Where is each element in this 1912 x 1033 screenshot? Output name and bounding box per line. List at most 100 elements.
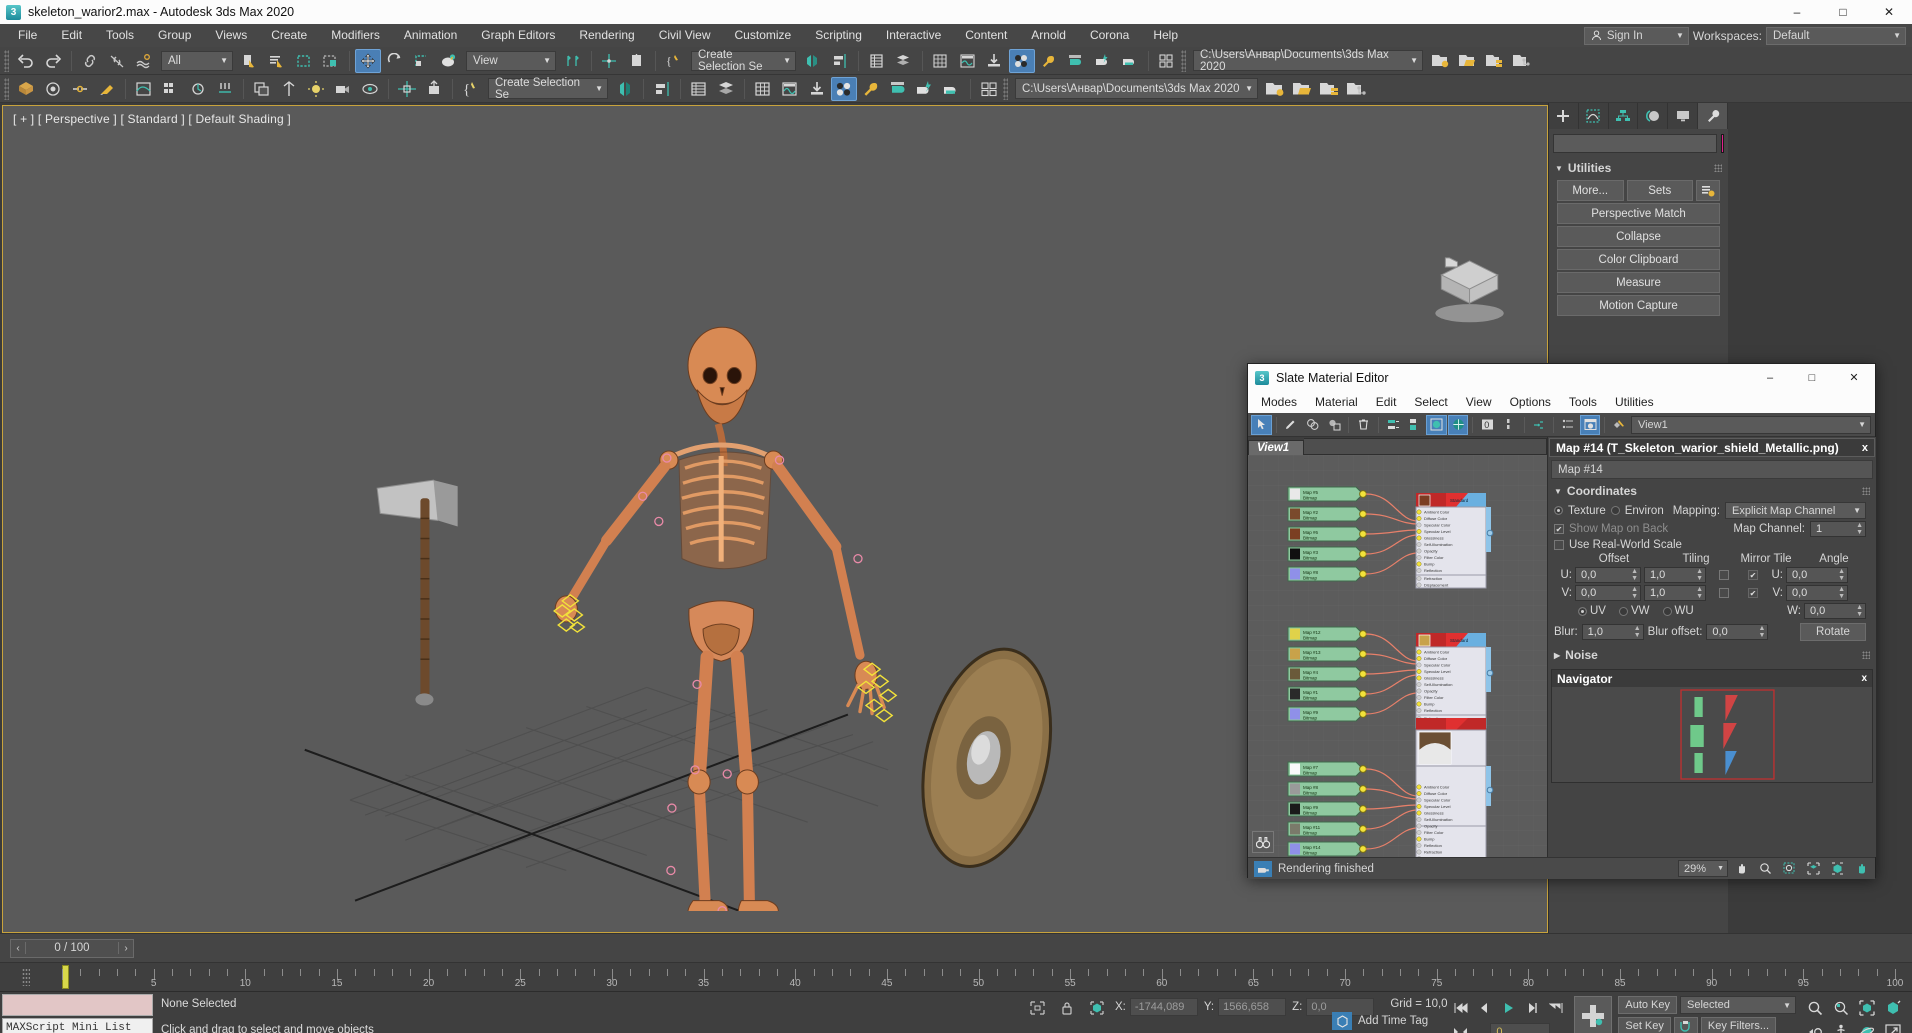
zoom-level-select[interactable]: 29% ▼ (1678, 860, 1728, 877)
delete-selected-button[interactable] (1353, 415, 1374, 435)
project-subfolder-button[interactable] (1316, 77, 1342, 101)
coordinates-rollout-header[interactable]: ▼ Coordinates (1548, 481, 1876, 501)
spacing-tool-button[interactable] (212, 77, 238, 101)
scene-explorer-button[interactable] (891, 49, 917, 73)
use-selection-center-button[interactable] (597, 49, 623, 73)
slate-node-canvas[interactable]: Map #5Bitmap Map #2Bitmap Map (1248, 455, 1547, 857)
normal-align-button[interactable] (421, 77, 447, 101)
create-tab[interactable] (1549, 103, 1579, 129)
map-name-field[interactable]: Map #14 (1551, 460, 1873, 479)
slate-menu-tools[interactable]: Tools (1560, 391, 1606, 413)
maxscript-input-row[interactable] (2, 994, 153, 1016)
project-hierarchy-button[interactable] (1343, 77, 1369, 101)
spinner-arrows-icon[interactable]: ▲▼ (1856, 522, 1863, 536)
map-channel-spinner[interactable]: 1 ▲▼ (1810, 521, 1866, 537)
environ-radio[interactable] (1611, 506, 1620, 515)
open-material-editor-slot-button[interactable] (1580, 415, 1601, 435)
menu-item-scripting[interactable]: Scripting (803, 24, 874, 47)
render-in-cloud-button[interactable] (1154, 49, 1180, 73)
schematic-curve-button[interactable] (777, 77, 803, 101)
menu-item-rendering[interactable]: Rendering (567, 24, 646, 47)
pan-hand-icon[interactable] (1731, 859, 1752, 879)
layer-stack-button[interactable] (713, 77, 739, 101)
select-and-move-button[interactable] (355, 49, 381, 73)
vw-radio[interactable] (1619, 607, 1628, 616)
view-tab-empty-area[interactable] (1304, 438, 1547, 455)
use-pivot-point-center-button[interactable] (560, 49, 586, 73)
render-iterative-teapot-button[interactable] (939, 77, 965, 101)
select-by-name-button[interactable] (264, 49, 290, 73)
zoom-region-icon[interactable] (1880, 996, 1906, 1020)
menu-item-group[interactable]: Group (146, 24, 203, 47)
menu-item-corona[interactable]: Corona (1078, 24, 1141, 47)
curve-editor-button[interactable] (928, 49, 954, 73)
open-folder-button[interactable] (1454, 49, 1480, 73)
close-icon[interactable]: x (1862, 442, 1868, 454)
project-folder-select[interactable]: C:\Users\Анвар\Documents\3ds Max 2020 ▼ (1193, 50, 1423, 71)
select-and-place-button[interactable] (436, 49, 462, 73)
blur-spinner[interactable]: 1,0▲▼ (1582, 624, 1644, 640)
rendered-frame-window-button[interactable] (1063, 49, 1089, 73)
align-normals-button[interactable] (276, 77, 302, 101)
show-shaded-material-button[interactable] (1324, 415, 1345, 435)
window-crossing-toggle-button[interactable] (318, 49, 344, 73)
slate-menu-options[interactable]: Options (1501, 391, 1560, 413)
menu-item-civil-view[interactable]: Civil View (647, 24, 723, 47)
project-path-select[interactable]: C:\Users\Анвар\Documents\3ds Max 2020 ▼ (1015, 78, 1258, 99)
navigator-close-icon[interactable]: x (1861, 673, 1867, 684)
slate-menu-view[interactable]: View (1457, 391, 1501, 413)
selection-filter-select[interactable]: All ▼ (161, 51, 233, 71)
key-filter-toggle-icon[interactable] (1674, 1017, 1698, 1033)
sign-in-button[interactable]: Sign In ▼ (1584, 27, 1689, 45)
zoom-icon[interactable] (1802, 996, 1828, 1020)
utilities-rollout-header[interactable]: ▼ Utilities (1549, 158, 1728, 178)
menu-item-create[interactable]: Create (259, 24, 319, 47)
auto-key-button[interactable]: Auto Key (1618, 996, 1677, 1014)
render-production-teapot-button[interactable] (912, 77, 938, 101)
perspective-match-button[interactable]: Perspective Match (1557, 203, 1720, 224)
place-highlight-button[interactable] (303, 77, 329, 101)
slate-menu-modes[interactable]: Modes (1252, 391, 1306, 413)
current-frame-input[interactable]: 0 (1490, 1023, 1550, 1033)
material-map-navigator-button[interactable] (1426, 415, 1447, 435)
tile-u-checkbox[interactable]: ✔ (1748, 570, 1758, 580)
slate-minimize-button[interactable]: – (1749, 364, 1791, 391)
object-color-swatch[interactable] (1721, 134, 1724, 153)
hide-unused-slots-button[interactable] (1529, 415, 1550, 435)
mapping-select[interactable]: Explicit Map Channel ▼ (1725, 502, 1866, 519)
layer-explorer-button[interactable] (864, 49, 890, 73)
set-project-folder-button[interactable] (1262, 77, 1288, 101)
texture-radio[interactable] (1554, 506, 1563, 515)
menu-item-views[interactable]: Views (203, 24, 259, 47)
pan-selected-hand-icon[interactable] (1851, 859, 1872, 879)
select-and-scale-button[interactable] (409, 49, 435, 73)
previous-frame-button[interactable] (1472, 996, 1496, 1020)
pan-view-icon[interactable] (1802, 1020, 1828, 1033)
motion-tab[interactable] (1638, 103, 1668, 129)
configure-button-sets-icon[interactable] (1696, 180, 1720, 201)
create-object-button[interactable] (13, 77, 39, 101)
view-tab-view1[interactable]: View1 (1248, 440, 1304, 455)
render-setup-button[interactable] (1036, 49, 1062, 73)
slate-material-editor-button[interactable] (831, 77, 857, 101)
render-to-texture-button[interactable] (976, 77, 1002, 101)
spline-editor-button[interactable] (131, 77, 157, 101)
menu-item-customize[interactable]: Customize (723, 24, 804, 47)
content-browser-button[interactable] (982, 49, 1008, 73)
project-structure-button[interactable] (1481, 49, 1507, 73)
workspace-select[interactable]: Default ▼ (1766, 27, 1906, 45)
named-selection-sets-button[interactable]: { (661, 49, 687, 73)
select-and-rotate-button[interactable] (382, 49, 408, 73)
move-children-button[interactable] (1383, 415, 1404, 435)
object-name-input[interactable] (1553, 134, 1717, 153)
add-time-tag-row[interactable]: Add Time Tag (1332, 1012, 1428, 1030)
motion-capture-button[interactable]: Motion Capture (1557, 295, 1720, 316)
color-clipboard-button[interactable]: Color Clipboard (1557, 249, 1720, 270)
bind-to-space-warp-button[interactable] (131, 49, 157, 73)
display-tab[interactable] (1668, 103, 1698, 129)
open-project-folder-button[interactable] (1289, 77, 1315, 101)
slate-material-editor-window[interactable]: 3 Slate Material Editor – □ ✕ Modes Mate… (1247, 363, 1876, 878)
slate-maximize-button[interactable]: □ (1791, 364, 1833, 391)
blur-offset-spinner[interactable]: 0,0▲▼ (1706, 624, 1768, 640)
project-tree-button[interactable] (1508, 49, 1534, 73)
